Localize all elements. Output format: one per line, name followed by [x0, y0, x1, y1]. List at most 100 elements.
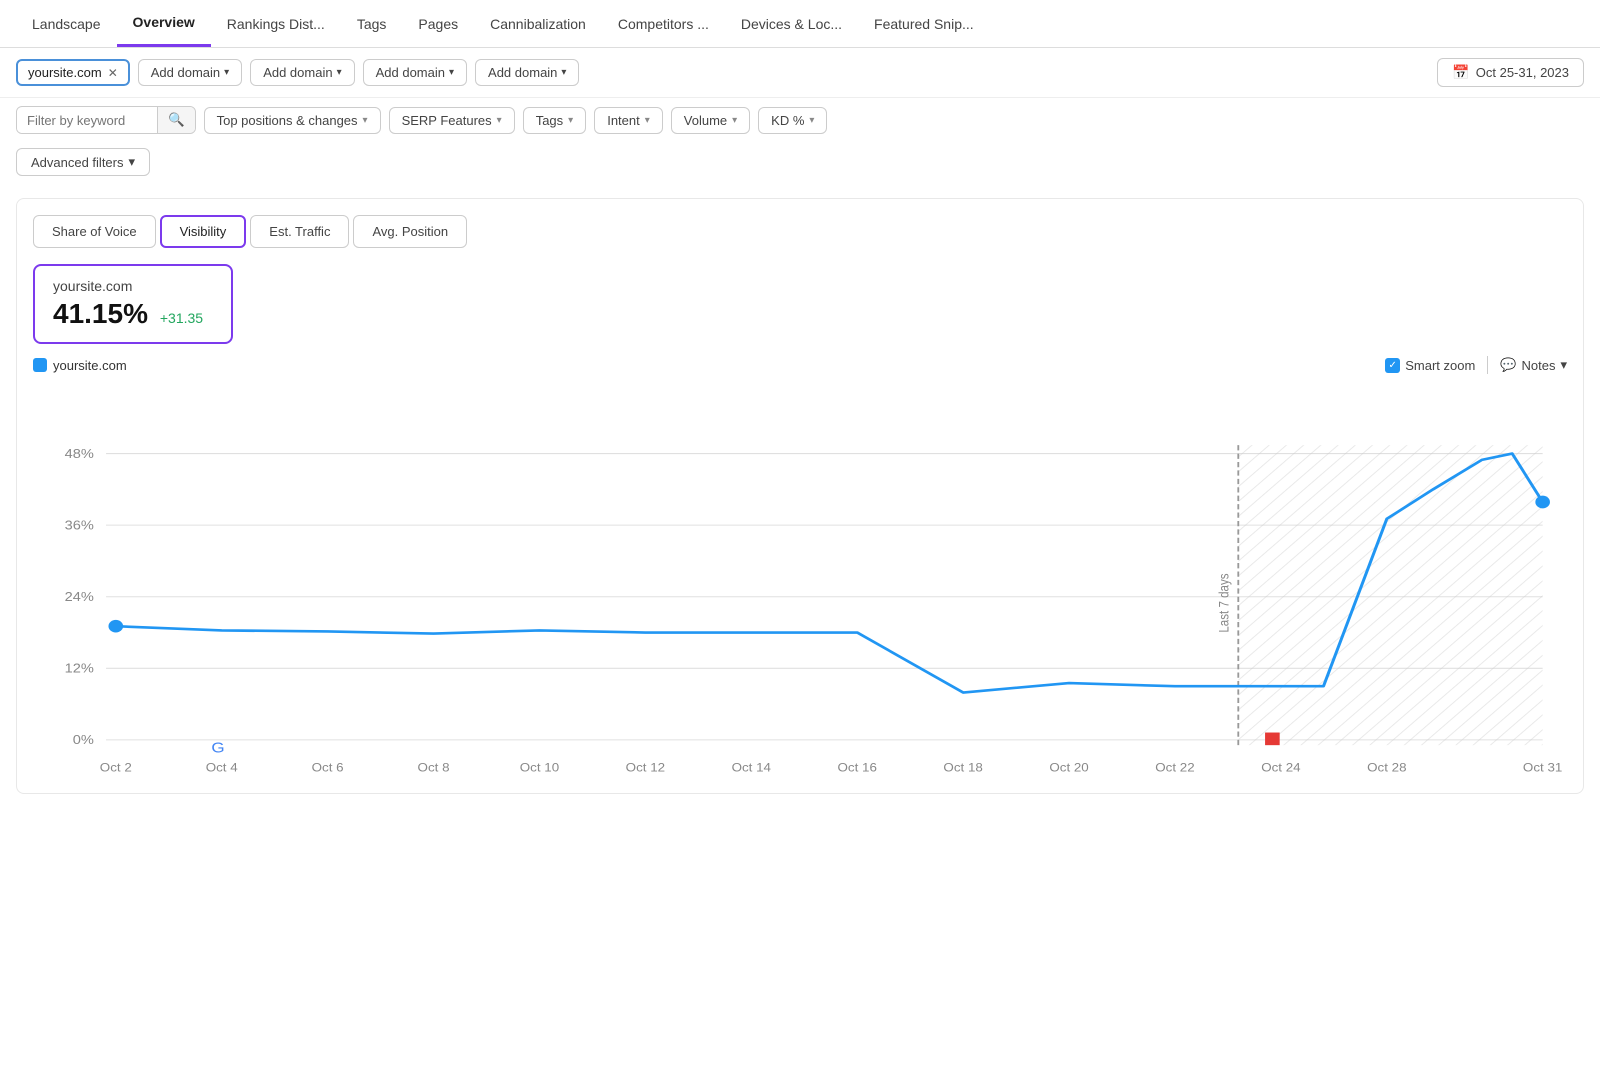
tags-filter[interactable]: Tags ▾ — [523, 107, 587, 134]
nav-competitors[interactable]: Competitors ... — [602, 2, 725, 46]
legend-domain-label: yoursite.com — [53, 358, 127, 373]
add-domain-label-4: Add domain — [488, 65, 557, 80]
vertical-divider — [1487, 356, 1488, 374]
chevron-down-icon-2: ▾ — [337, 67, 342, 78]
svg-text:Last 7 days: Last 7 days — [1217, 573, 1232, 632]
svg-text:24%: 24% — [65, 590, 94, 604]
advanced-filters-button[interactable]: Advanced filters ▾ — [16, 148, 150, 176]
keyword-search-button[interactable]: 🔍 — [157, 107, 195, 133]
intent-filter[interactable]: Intent ▾ — [594, 107, 663, 134]
legend-right: ✓ Smart zoom 💬 Notes ▾ — [1385, 356, 1567, 374]
nav-rankings-dist[interactable]: Rankings Dist... — [211, 2, 341, 46]
nav-cannibalization[interactable]: Cannibalization — [474, 2, 602, 46]
tab-visibility[interactable]: Visibility — [160, 215, 247, 248]
date-range-button[interactable]: 📅 Oct 25-31, 2023 — [1437, 58, 1584, 87]
chevron-down-icon-4: ▾ — [561, 67, 566, 78]
stat-domain-label: yoursite.com — [53, 278, 213, 294]
chart-legend-row: yoursite.com ✓ Smart zoom 💬 Notes ▾ — [33, 356, 1567, 374]
top-positions-label: Top positions & changes — [217, 113, 358, 128]
svg-text:Oct 14: Oct 14 — [732, 761, 771, 774]
nav-landscape[interactable]: Landscape — [16, 2, 117, 46]
add-domain-label-1: Add domain — [151, 65, 220, 80]
chevron-down-icon-3: ▾ — [449, 67, 454, 78]
notes-button[interactable]: 💬 Notes ▾ — [1500, 357, 1567, 373]
top-navigation: Landscape Overview Rankings Dist... Tags… — [0, 0, 1600, 48]
domain-remove-button[interactable]: ✕ — [108, 66, 118, 80]
nav-overview[interactable]: Overview — [117, 0, 211, 47]
nav-featured-snip[interactable]: Featured Snip... — [858, 2, 990, 46]
smart-zoom-toggle[interactable]: ✓ Smart zoom — [1385, 358, 1475, 373]
svg-text:Oct 18: Oct 18 — [943, 761, 982, 774]
nav-tags[interactable]: Tags — [341, 2, 403, 46]
svg-text:12%: 12% — [65, 661, 94, 675]
calendar-icon: 📅 — [1452, 64, 1469, 81]
svg-text:Oct 6: Oct 6 — [312, 761, 344, 774]
add-domain-button-3[interactable]: Add domain ▾ — [363, 59, 467, 86]
chart-svg-wrap: 0% 12% 24% 36% 48% Last 7 days G Oct 2 — [33, 382, 1567, 785]
tab-share-of-voice[interactable]: Share of Voice — [33, 215, 156, 248]
legend-left: yoursite.com — [33, 358, 127, 373]
svg-text:0%: 0% — [73, 733, 94, 747]
advanced-filters-label: Advanced filters — [31, 155, 124, 170]
volume-filter[interactable]: Volume ▾ — [671, 107, 750, 134]
legend-dot-yoursite — [33, 358, 47, 372]
visibility-chart: 0% 12% 24% 36% 48% Last 7 days G Oct 2 — [33, 382, 1567, 782]
stat-value: 41.15% — [53, 298, 148, 329]
svg-text:48%: 48% — [65, 447, 94, 461]
svg-text:Oct 22: Oct 22 — [1155, 761, 1194, 774]
domain-tag[interactable]: yoursite.com ✕ — [16, 59, 130, 86]
kd-label: KD % — [771, 113, 804, 128]
tab-est-traffic[interactable]: Est. Traffic — [250, 215, 349, 248]
filter-toolbar: 🔍 Top positions & changes ▾ SERP Feature… — [0, 98, 1600, 142]
tags-label: Tags — [536, 113, 563, 128]
chart-end-dot — [1535, 496, 1550, 509]
smart-zoom-checkbox[interactable]: ✓ — [1385, 358, 1400, 373]
stat-change: +31.35 — [160, 310, 203, 326]
svg-text:Oct 8: Oct 8 — [418, 761, 450, 774]
domain-toolbar: yoursite.com ✕ Add domain ▾ Add domain ▾… — [0, 48, 1600, 98]
keyword-search-input[interactable] — [17, 108, 157, 133]
svg-text:Oct 24: Oct 24 — [1261, 761, 1300, 774]
svg-text:Oct 2: Oct 2 — [100, 761, 132, 774]
chevron-down-icon: ▾ — [224, 67, 229, 78]
notes-icon: 💬 — [1500, 357, 1516, 373]
svg-text:Oct 28: Oct 28 — [1367, 761, 1406, 774]
intent-label: Intent — [607, 113, 640, 128]
nav-pages[interactable]: Pages — [402, 2, 474, 46]
red-marker — [1265, 733, 1280, 746]
kd-filter[interactable]: KD % ▾ — [758, 107, 827, 134]
serp-features-label: SERP Features — [402, 113, 492, 128]
svg-text:Oct 10: Oct 10 — [520, 761, 559, 774]
tab-avg-position[interactable]: Avg. Position — [353, 215, 467, 248]
svg-text:Oct 31: Oct 31 — [1523, 761, 1562, 774]
chevron-down-icon-12: ▾ — [1560, 357, 1567, 373]
chart-container: Share of Voice Visibility Est. Traffic A… — [16, 198, 1584, 794]
keyword-search[interactable]: 🔍 — [16, 106, 196, 134]
svg-text:Oct 12: Oct 12 — [626, 761, 665, 774]
smart-zoom-label: Smart zoom — [1405, 358, 1475, 373]
add-domain-button-4[interactable]: Add domain ▾ — [475, 59, 579, 86]
chevron-down-icon-10: ▾ — [809, 115, 814, 126]
add-domain-button-1[interactable]: Add domain ▾ — [138, 59, 242, 86]
serp-features-filter[interactable]: SERP Features ▾ — [389, 107, 515, 134]
domain-tag-label: yoursite.com — [28, 65, 102, 80]
add-domain-label-3: Add domain — [376, 65, 445, 80]
metric-tabs: Share of Voice Visibility Est. Traffic A… — [33, 215, 1567, 248]
svg-text:Oct 20: Oct 20 — [1049, 761, 1088, 774]
chevron-down-icon-7: ▾ — [568, 115, 573, 126]
notes-label: Notes — [1522, 358, 1556, 373]
volume-label: Volume — [684, 113, 727, 128]
add-domain-label-2: Add domain — [263, 65, 332, 80]
chart-start-dot — [108, 620, 123, 633]
chevron-down-icon-9: ▾ — [732, 115, 737, 126]
nav-devices-loc[interactable]: Devices & Loc... — [725, 2, 858, 46]
chevron-down-icon-5: ▾ — [363, 115, 368, 126]
add-domain-button-2[interactable]: Add domain ▾ — [250, 59, 354, 86]
svg-text:36%: 36% — [65, 518, 94, 532]
chevron-down-icon-11: ▾ — [129, 154, 136, 170]
svg-text:Oct 16: Oct 16 — [838, 761, 877, 774]
svg-text:G: G — [211, 741, 224, 757]
advanced-filter-row: Advanced filters ▾ — [0, 142, 1600, 186]
chevron-down-icon-6: ▾ — [497, 115, 502, 126]
top-positions-filter[interactable]: Top positions & changes ▾ — [204, 107, 381, 134]
